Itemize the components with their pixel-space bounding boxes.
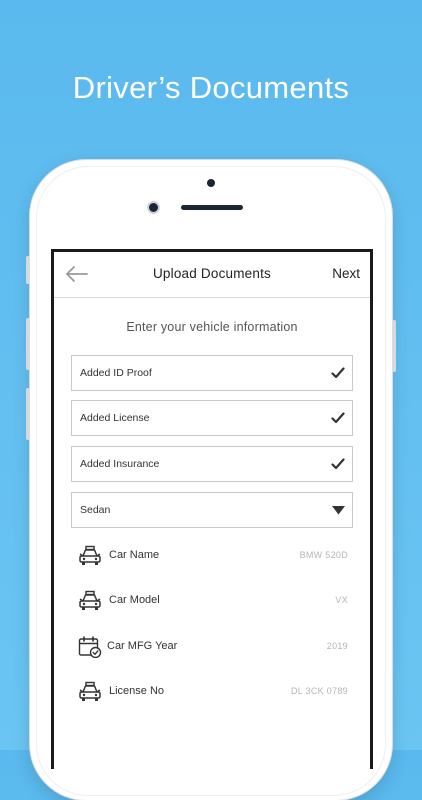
license-field[interactable]: Added License <box>71 400 353 436</box>
next-button[interactable]: Next <box>332 266 360 281</box>
car-mfg-year-label: Car MFG Year <box>107 640 178 652</box>
front-sensor <box>207 179 215 187</box>
phone-power-button <box>392 320 396 372</box>
earpiece-speaker <box>181 205 243 210</box>
id-proof-label: Added ID Proof <box>80 367 152 379</box>
vehicle-type-select[interactable]: Sedan <box>71 492 353 528</box>
page-headline: Driver’s Documents <box>72 70 350 105</box>
car-name-label: Car Name <box>109 549 160 561</box>
car-mfg-year-value: 2019 <box>326 641 348 651</box>
checkmark-icon <box>331 367 345 379</box>
car-icon <box>79 681 101 701</box>
car-mfg-year-row[interactable]: Car MFG Year 2019 <box>78 634 348 660</box>
dropdown-caret-icon <box>332 506 345 515</box>
car-name-value: BMW 520D <box>299 550 348 560</box>
license-no-row[interactable]: License No DL 3CK 0789 <box>78 679 348 705</box>
license-no-value: DL 3CK 0789 <box>290 686 348 696</box>
id-proof-field[interactable]: Added ID Proof <box>71 355 353 391</box>
navigation-bar: Upload Documents Next <box>54 252 370 298</box>
insurance-label: Added Insurance <box>80 458 160 470</box>
calendar-icon <box>78 636 102 658</box>
license-no-label: License No <box>109 685 165 697</box>
section-subtitle: Enter your vehicle information <box>126 320 298 334</box>
insurance-field[interactable]: Added Insurance <box>71 446 353 482</box>
license-label: Added License <box>80 412 150 424</box>
checkmark-icon <box>331 412 345 424</box>
phone-screen: Upload Documents Next Enter your vehicle… <box>51 249 373 769</box>
car-icon <box>79 590 101 610</box>
vehicle-type-value: Sedan <box>80 504 111 516</box>
car-model-row[interactable]: Car Model VX <box>78 588 348 614</box>
car-name-row[interactable]: Car Name BMW 520D <box>78 543 348 569</box>
car-model-value: VX <box>335 595 348 605</box>
car-model-label: Car Model <box>109 594 160 606</box>
car-icon <box>79 545 101 565</box>
front-camera <box>147 201 160 214</box>
checkmark-icon <box>331 458 345 470</box>
screen-title: Upload Documents <box>152 266 271 281</box>
